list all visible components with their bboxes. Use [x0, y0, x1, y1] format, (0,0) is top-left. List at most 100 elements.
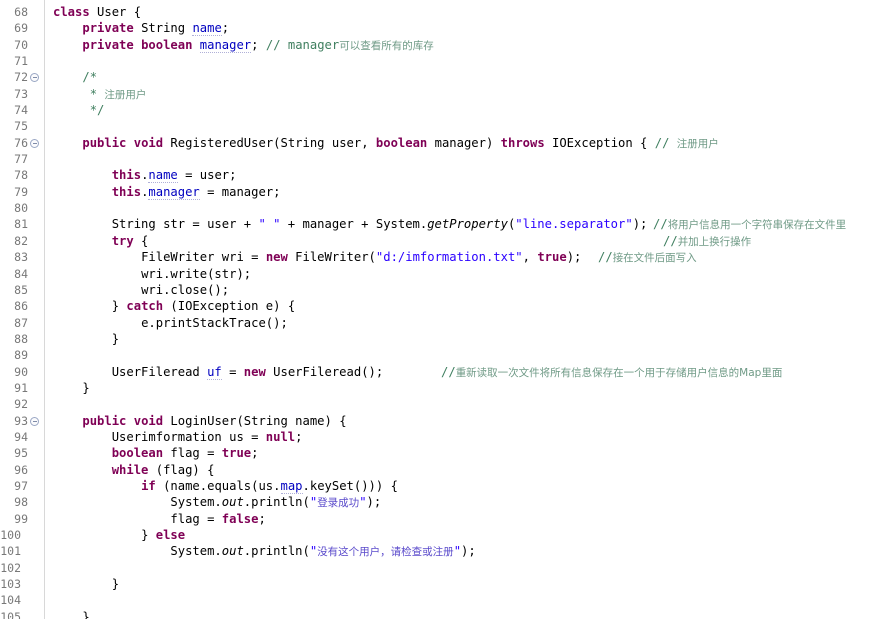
gutter-row[interactable]: 79: [0, 184, 44, 200]
code-line[interactable]: } catch (IOException e) {: [53, 298, 888, 314]
code-line[interactable]: [53, 347, 888, 363]
code-line[interactable]: }: [53, 576, 888, 592]
plain-token: );: [366, 495, 382, 510]
code-line[interactable]: wri.close();: [53, 282, 888, 298]
code-fold-collapse-icon[interactable]: [30, 138, 39, 148]
fld-token: uf: [207, 364, 222, 380]
gutter-row[interactable]: 68: [0, 4, 44, 20]
line-number-gutter[interactable]: 68 69 70 71 72 73 74 75 76 77 78 79 80 81 82 83 84 85 86 87…: [0, 0, 45, 619]
gutter-row[interactable]: 89: [0, 347, 44, 363]
code-line[interactable]: if (name.equals(us.map.keySet())) {: [53, 478, 888, 494]
gutter-row[interactable]: 75: [0, 118, 44, 134]
gutter-row[interactable]: 90: [0, 364, 44, 380]
code-line[interactable]: class User {: [53, 4, 888, 20]
gutter-row[interactable]: 80: [0, 200, 44, 216]
gutter-row[interactable]: 88: [0, 331, 44, 347]
gutter-row[interactable]: 93: [0, 413, 44, 429]
code-line[interactable]: while (flag) {: [53, 462, 888, 478]
gutter-row[interactable]: 78: [0, 167, 44, 183]
line-number: 103: [0, 577, 21, 592]
gutter-row[interactable]: 83: [0, 249, 44, 265]
code-line[interactable]: [53, 396, 888, 412]
gutter-row[interactable]: 73: [0, 86, 44, 102]
code-line[interactable]: public void LoginUser(String name) {: [53, 413, 888, 429]
kw-token: this: [111, 168, 142, 183]
code-line[interactable]: * 注册用户: [53, 86, 888, 102]
code-line[interactable]: e.printStackTrace();: [53, 315, 888, 331]
code-line[interactable]: }: [53, 331, 888, 347]
plain-token: .println(: [243, 544, 310, 559]
gutter-row[interactable]: 91: [0, 380, 44, 396]
code-line[interactable]: [53, 560, 888, 576]
gutter-row[interactable]: 84: [0, 266, 44, 282]
gutter-row[interactable]: 94: [0, 429, 44, 445]
code-line[interactable]: UserFileread uf = new UserFileread(); //重…: [53, 364, 888, 380]
code-content-area[interactable]: class User { private String name; privat…: [45, 0, 888, 619]
kw-token: true: [221, 446, 252, 461]
gutter-row[interactable]: 102: [0, 560, 44, 576]
gutter-row[interactable]: 87: [0, 315, 44, 331]
gutter-row[interactable]: 85: [0, 282, 44, 298]
line-number: 95: [14, 446, 28, 461]
code-line[interactable]: wri.write(str);: [53, 266, 888, 282]
plain-token: }: [82, 380, 90, 395]
code-line[interactable]: System.out.println("没有这个用户，请检查或注册");: [53, 543, 888, 559]
gutter-row[interactable]: 86: [0, 298, 44, 314]
code-line[interactable]: flag = false;: [53, 511, 888, 527]
code-fold-collapse-icon[interactable]: [30, 73, 39, 83]
gutter-row[interactable]: 101: [0, 543, 44, 559]
code-line[interactable]: }: [53, 609, 888, 619]
code-line[interactable]: try {//并加上换行操作: [53, 233, 888, 249]
gutter-row[interactable]: 74: [0, 102, 44, 118]
gutter-row[interactable]: 72: [0, 69, 44, 85]
code-line[interactable]: this.manager = manager;: [53, 184, 888, 200]
code-line[interactable]: [53, 592, 888, 608]
gutter-row[interactable]: 98: [0, 494, 44, 510]
gutter-row[interactable]: 103: [0, 576, 44, 592]
code-line[interactable]: /*: [53, 69, 888, 85]
gutter-row[interactable]: 71: [0, 53, 44, 69]
stc-token: getProperty: [427, 217, 508, 232]
code-line[interactable]: private String name;: [53, 20, 888, 37]
code-editor[interactable]: 68 69 70 71 72 73 74 75 76 77 78 79 80 81 82 83 84 85 86 87…: [0, 0, 888, 619]
gutter-row[interactable]: 92: [0, 396, 44, 412]
gutter-row[interactable]: 105: [0, 609, 44, 619]
gutter-row[interactable]: 96: [0, 462, 44, 478]
code-line[interactable]: [53, 118, 888, 134]
gutter-row[interactable]: 104: [0, 592, 44, 608]
code-line[interactable]: System.out.println("登录成功");: [53, 494, 888, 510]
kw-token: new: [243, 364, 266, 379]
gutter-row[interactable]: 95: [0, 445, 44, 461]
code-line[interactable]: }: [53, 380, 888, 396]
line-number: 89: [14, 348, 28, 363]
gutter-row[interactable]: 82: [0, 233, 44, 249]
code-line[interactable]: Userimformation us = null;: [53, 429, 888, 445]
code-line[interactable]: FileWriter wri = new FileWriter("d:/imfo…: [53, 249, 888, 265]
gutter-row[interactable]: 81: [0, 216, 44, 232]
gutter-row[interactable]: 76: [0, 135, 44, 151]
code-line[interactable]: String str = user + " " + manager + Syst…: [53, 216, 888, 232]
code-line[interactable]: } else: [53, 527, 888, 543]
code-line[interactable]: this.name = user;: [53, 167, 888, 184]
plain-token: (flag) {: [148, 462, 215, 477]
code-line[interactable]: [53, 151, 888, 167]
code-fold-collapse-icon[interactable]: [30, 416, 39, 426]
code-line[interactable]: */: [53, 102, 888, 118]
code-line[interactable]: private boolean manager; // manager可以查看所…: [53, 37, 888, 53]
kw-token: private: [82, 21, 134, 36]
code-line[interactable]: [53, 200, 888, 216]
gutter-row[interactable]: 69: [0, 20, 44, 36]
gutter-row[interactable]: 99: [0, 511, 44, 527]
gutter-row[interactable]: 100: [0, 527, 44, 543]
gutter-row[interactable]: 77: [0, 151, 44, 167]
cmt-token: */: [82, 103, 105, 118]
gutter-row[interactable]: 97: [0, 478, 44, 494]
gutter-row[interactable]: 70: [0, 37, 44, 53]
code-line[interactable]: [53, 53, 888, 69]
code-line[interactable]: public void RegisteredUser(String user, …: [53, 135, 888, 151]
code-line[interactable]: boolean flag = true;: [53, 445, 888, 461]
